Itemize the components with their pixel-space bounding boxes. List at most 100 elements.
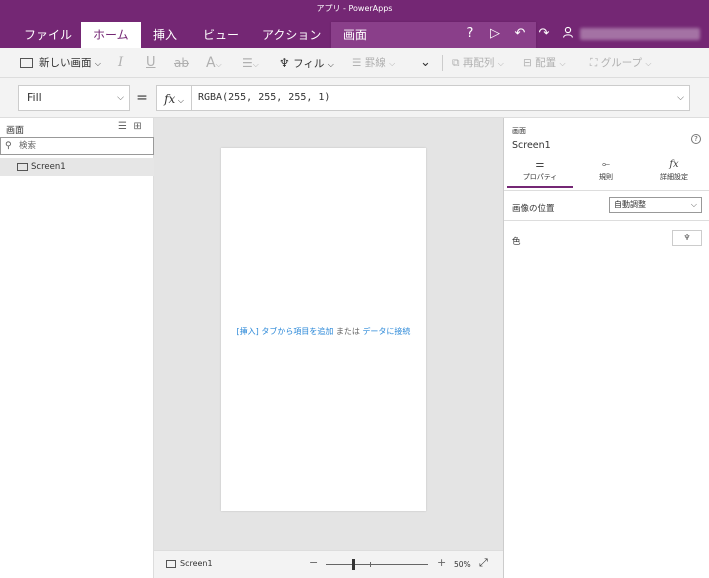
font-button[interactable]: A⌵ — [206, 48, 222, 78]
strikethrough-button[interactable]: ab — [174, 48, 189, 78]
properties-panel: 画面 Screen1 ? ⚌ プロパティ ⟜ 規則 fx 詳細設定 画像の位置 … — [503, 118, 709, 578]
property-dropdown[interactable]: Fill ⌵ — [18, 85, 130, 111]
hint-or-text: または — [333, 327, 363, 336]
chevron-down-icon: ⌵ — [175, 96, 184, 105]
zoom-slider-tick — [370, 562, 371, 567]
fx-icon: fx — [669, 159, 679, 170]
connect-data-link[interactable]: データに接続 — [362, 327, 410, 336]
tree-item-screen1[interactable]: Screen1 — [0, 158, 154, 176]
group-button[interactable]: ⛶ グループ ⌵ — [590, 48, 652, 78]
ribbon: 新しい画面 ⌵ I U ab A⌵ ☰⌵ ♆ フィル ⌵ ☰ 罫線 ⌵ ⌄ ⧉ … — [0, 48, 709, 78]
tree-view-panel: 画面 ☰ ⊞ ⚲ 検索 Screen1 — [0, 118, 154, 578]
tab-file[interactable]: ファイル — [12, 22, 84, 48]
user-icon[interactable] — [559, 26, 577, 42]
chevron-down-icon: ⌵ — [645, 59, 652, 68]
zoom-slider-track[interactable] — [326, 564, 428, 565]
image-position-value: 自動調整 — [614, 200, 646, 209]
color-label: 色 — [512, 237, 521, 247]
chevron-down-icon: ⌵ — [215, 60, 222, 69]
tree-item-label: Screen1 — [31, 162, 66, 172]
fx-button[interactable]: fx ⌵ — [156, 85, 192, 111]
border-label: 罫線 — [364, 57, 386, 69]
tab-rules-label: 規則 — [599, 173, 613, 181]
tab-rules[interactable]: ⟜ 規則 — [576, 158, 636, 188]
tab-screen[interactable]: 画面 — [331, 22, 536, 48]
canvas-area[interactable]: [挿入] タブから項目を追加 または データに接続 — [154, 118, 503, 550]
status-bar: Screen1 − + 50% ⤢ — [154, 550, 503, 578]
account-name-blurred[interactable] — [580, 28, 700, 40]
selected-type-label: 画面 — [512, 127, 526, 135]
tab-properties[interactable]: ⚌ プロパティ — [507, 158, 573, 188]
paint-bucket-icon: ♆ — [279, 56, 290, 70]
fx-label: fx — [164, 92, 176, 106]
formula-input[interactable]: RGBA(255, 255, 255, 1) ⌵ — [192, 85, 690, 111]
reorder-button[interactable]: ⧉ 再配列 ⌵ — [452, 48, 504, 78]
insert-tab-link[interactable]: [挿入] タブから項目を追加 — [237, 327, 334, 336]
tab-home[interactable]: ホーム — [81, 22, 141, 48]
tab-properties-label: プロパティ — [522, 173, 558, 181]
undo-icon[interactable]: ↶ — [511, 26, 529, 41]
list-view-icon[interactable]: ☰ — [118, 121, 127, 132]
new-screen-button[interactable]: 新しい画面 ⌵ — [20, 48, 101, 78]
zoom-level: 50% — [454, 560, 471, 569]
property-value: Fill — [27, 91, 42, 104]
redo-icon[interactable]: ↷ — [535, 26, 553, 41]
fill-label: フィル — [293, 58, 325, 70]
chevron-down-icon: ⌵ — [389, 59, 396, 68]
fit-to-window-icon[interactable]: ⤢ — [479, 556, 488, 570]
help-icon[interactable]: ? — [461, 26, 479, 41]
image-position-label: 画像の位置 — [512, 204, 555, 214]
align-button[interactable]: ⊟ 配置 ⌵ — [523, 48, 566, 78]
tree-header-icons: ☰ ⊞ — [118, 121, 142, 132]
group-icon: ⛶ — [590, 57, 598, 69]
italic-button[interactable]: I — [118, 48, 123, 78]
align-lines-icon: ☰ — [242, 56, 253, 70]
screen-icon — [17, 163, 28, 171]
tab-action[interactable]: アクション — [250, 22, 333, 48]
search-icon: ⚲ — [5, 141, 12, 151]
panel-divider — [504, 220, 709, 221]
zoom-slider-thumb[interactable] — [352, 559, 355, 570]
zoom-out-button[interactable]: − — [309, 556, 318, 569]
new-screen-icon — [20, 58, 33, 68]
equals-sign: = — [136, 90, 148, 106]
formula-expand-chevron-icon[interactable]: ⌵ — [677, 86, 684, 110]
underline-button[interactable]: U — [146, 48, 156, 78]
search-placeholder: 検索 — [19, 141, 37, 151]
chevron-down-icon: ⌵ — [327, 60, 334, 69]
formula-text: RGBA(255, 255, 255, 1) — [198, 92, 331, 103]
image-position-dropdown[interactable]: 自動調整 ⌵ — [609, 197, 702, 213]
text-align-button[interactable]: ☰⌵ — [242, 48, 259, 78]
formula-bar: Fill ⌵ = fx ⌵ RGBA(255, 255, 255, 1) ⌵ — [0, 78, 709, 118]
align-label: 配置 — [535, 57, 557, 69]
color-picker-button[interactable]: ♆ — [672, 230, 702, 246]
screen-canvas[interactable]: [挿入] タブから項目を追加 または データに接続 — [221, 148, 426, 511]
reorder-label: 再配列 — [462, 57, 495, 69]
chevron-down-icon: ⌵ — [690, 200, 697, 209]
thumbnail-view-icon[interactable]: ⊞ — [133, 121, 141, 132]
tab-view[interactable]: ビュー — [191, 22, 251, 48]
chevron-down-icon: ⌵ — [252, 60, 259, 69]
zoom-in-button[interactable]: + — [437, 556, 446, 569]
tab-advanced[interactable]: fx 詳細設定 — [642, 158, 706, 188]
status-screen-selector[interactable]: Screen1 — [166, 559, 213, 568]
tree-search-input[interactable]: ⚲ 検索 — [0, 137, 154, 155]
tab-advanced-label: 詳細設定 — [660, 173, 688, 181]
tab-insert[interactable]: 挿入 — [141, 22, 189, 48]
tree-header: 画面 — [6, 126, 25, 136]
ribbon-divider — [442, 55, 443, 71]
align-icon: ⊟ — [523, 57, 532, 69]
fill-button[interactable]: ♆ フィル ⌵ — [279, 48, 334, 78]
window-title: アプリ - PowerApps — [0, 0, 709, 18]
chevron-down-icon: ⌵ — [117, 93, 124, 103]
help-circle-icon[interactable]: ? — [691, 134, 701, 144]
chevron-down-icon: ⌵ — [94, 59, 101, 68]
rules-flow-icon: ⟜ — [602, 159, 610, 170]
border-lines-icon: ☰ — [352, 57, 362, 69]
border-button[interactable]: ☰ 罫線 ⌵ — [352, 48, 395, 78]
play-icon[interactable]: ▷ — [486, 26, 504, 41]
screen-icon — [166, 560, 176, 568]
group-label: グループ — [600, 57, 643, 69]
paint-bucket-icon: ♆ — [683, 233, 691, 242]
ribbon-expand-chevron-icon[interactable]: ⌄ — [420, 48, 431, 78]
